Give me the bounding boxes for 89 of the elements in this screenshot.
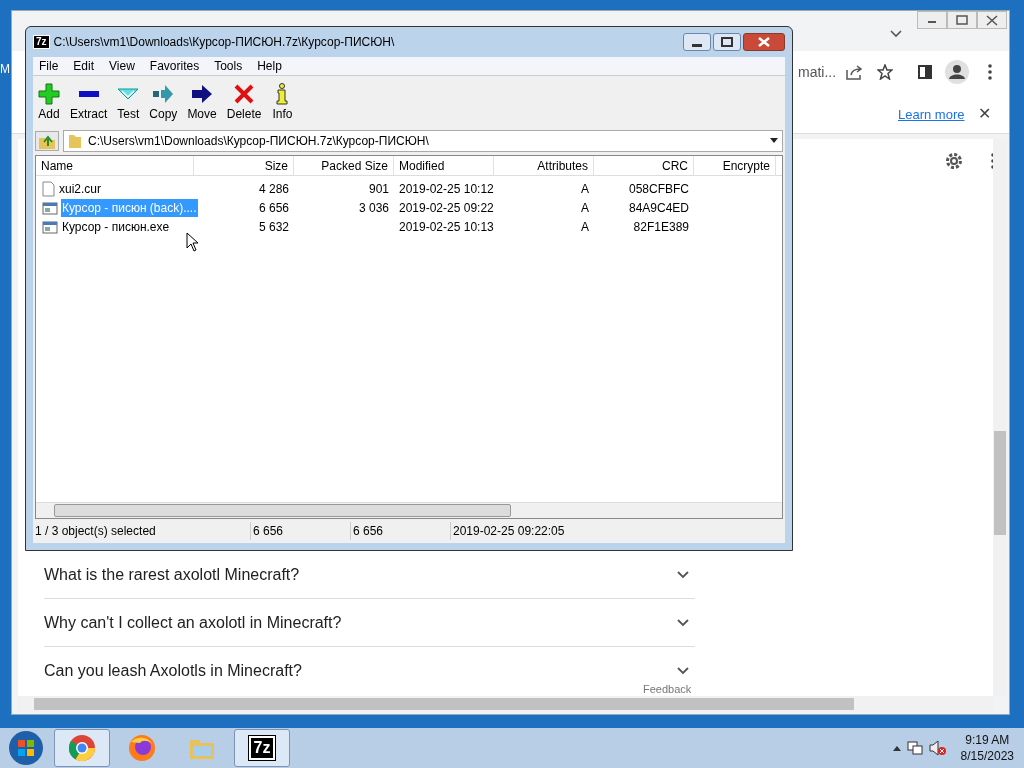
close-icon[interactable]: [977, 11, 1007, 29]
learn-more-link[interactable]: Learn more: [898, 105, 965, 125]
clock-date[interactable]: 8/15/2023: [960, 748, 1014, 764]
status-text: 2019-02-25 09:22:05: [452, 523, 566, 540]
address-text[interactable]: mati...: [798, 61, 837, 83]
table-cell-text: 5 632: [258, 218, 289, 236]
chevron-down-icon[interactable]: [677, 667, 689, 675]
column-header[interactable]: Packed Size: [294, 156, 394, 175]
table-cell-text: 2019-02-25 10:12: [399, 180, 494, 198]
clock-time[interactable]: 9:19 AM: [965, 732, 1010, 748]
more-icon[interactable]: [988, 64, 992, 80]
status-text: 6 656: [351, 522, 451, 540]
file-name[interactable]: Курсор - писюн.exe: [61, 217, 171, 236]
horizontal-scrollbar[interactable]: [36, 502, 782, 518]
status-text: 1 / 3 object(s) selected: [33, 522, 251, 540]
close-icon[interactable]: [743, 33, 785, 51]
chevron-down-icon[interactable]: [890, 30, 902, 38]
toolbar-button[interactable]: Copy: [147, 83, 180, 121]
dropdown-icon: [770, 138, 778, 143]
table-cell-text: 82F1E389: [633, 218, 689, 236]
faq-question[interactable]: What is the rarest axolotl Minecraft?: [44, 562, 300, 587]
arrow-right-icon: [191, 83, 214, 105]
chevron-down-icon[interactable]: [677, 618, 689, 627]
speaker-muted-icon[interactable]: [928, 740, 947, 756]
column-header[interactable]: Encrypte: [694, 156, 776, 175]
star-icon[interactable]: [877, 64, 893, 80]
minimize-icon[interactable]: [683, 33, 711, 51]
window-icon: [42, 219, 58, 234]
start-button[interactable]: [8, 730, 44, 766]
file-icon: [42, 180, 55, 197]
minimize-icon[interactable]: [917, 11, 947, 29]
desktop-text: M: [0, 61, 10, 78]
minus-icon: [78, 91, 99, 97]
profile-icon[interactable]: [945, 60, 969, 84]
column-header[interactable]: Modified: [394, 156, 494, 175]
table-cell-text: 6 656: [258, 199, 289, 217]
faq-question[interactable]: Why can't I collect an axolotl in Minecraft?: [44, 610, 342, 635]
firefox-icon: [128, 734, 156, 762]
toolbar-button[interactable]: Move: [185, 83, 219, 121]
toolbar-button[interactable]: Test: [115, 83, 142, 121]
table-cell-text: 84A9C4ED: [628, 199, 689, 217]
toolbar-button[interactable]: Delete: [224, 83, 264, 121]
chevron-down-icon[interactable]: [677, 570, 689, 579]
app-logo: 7z: [33, 35, 50, 49]
toolbar-button[interactable]: Extract: [68, 83, 110, 121]
column-header[interactable]: Size: [194, 156, 294, 175]
toolbar-button[interactable]: Info: [269, 83, 296, 121]
table-cell-text: 2019-02-25 09:22: [399, 199, 494, 217]
close-button[interactable]: ✕: [978, 102, 991, 126]
taskbar-button[interactable]: [54, 729, 110, 767]
settings-icon[interactable]: [944, 151, 964, 171]
table-cell-text: 4 286: [258, 180, 289, 198]
side-panel-icon[interactable]: [918, 65, 932, 79]
menu-item[interactable]: Edit: [73, 57, 95, 75]
column-header[interactable]: Attributes: [494, 156, 594, 175]
table-cell-text: A: [581, 199, 589, 217]
chrome-icon: [68, 734, 96, 762]
table-cell-text: A: [581, 218, 589, 236]
toolbar-button[interactable]: Add: [36, 83, 62, 121]
network-icon[interactable]: [906, 740, 923, 756]
folder-icon: [68, 132, 82, 149]
window-title: C:\Users\vm1\Downloads\Курсор-ПИСЮН.7z\Курсор-ПИСЮН\: [53, 34, 395, 51]
table-cell-text: 3 036: [358, 199, 389, 217]
cursor-icon: [186, 232, 200, 252]
taskbar-button[interactable]: 7z: [234, 729, 290, 767]
menu-item[interactable]: View: [109, 57, 135, 75]
menu-item[interactable]: Tools: [214, 57, 243, 75]
column-header[interactable]: Name: [36, 156, 194, 175]
table-cell-text: A: [581, 180, 589, 198]
path-field[interactable]: C:\Users\vm1\Downloads\Курсор-ПИСЮН.7z\Курсор-ПИСЮН\: [63, 129, 783, 152]
share-icon[interactable]: [845, 64, 863, 80]
menu-item[interactable]: File: [39, 57, 59, 75]
x-icon: [233, 83, 256, 105]
plus-icon: [38, 83, 60, 105]
status-text: 6 656: [251, 522, 351, 540]
table-cell-text: 2019-02-25 10:13: [399, 218, 494, 236]
menu-item[interactable]: Help: [257, 57, 282, 75]
file-name[interactable]: xui2.cur: [58, 179, 103, 198]
menu-item[interactable]: Favorites: [149, 57, 200, 75]
table-cell-text: 058CFBFC: [628, 180, 689, 198]
faq-question[interactable]: Can you leash Axolotls in Minecraft?: [44, 659, 302, 683]
column-header[interactable]: CRC: [594, 156, 694, 175]
folder-up-icon[interactable]: [35, 130, 59, 151]
arrow-right-icon: [152, 83, 175, 105]
maximize-icon[interactable]: [713, 33, 741, 51]
table-cell-text: 901: [368, 180, 389, 198]
feedback-link[interactable]: Feedback: [643, 683, 692, 695]
caret-up-icon[interactable]: [892, 745, 901, 751]
window-icon: [42, 200, 58, 215]
